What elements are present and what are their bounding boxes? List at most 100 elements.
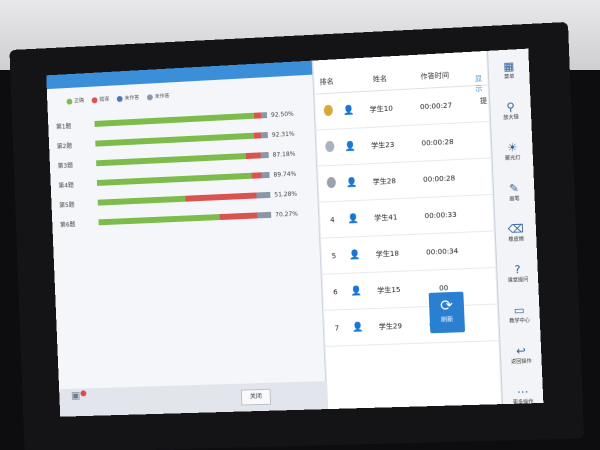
rank-number: 5: [331, 251, 337, 260]
student-name: 学生18: [375, 249, 400, 259]
legend-item-correct: 正确: [66, 97, 84, 105]
toolbar-label: 返回操作: [510, 357, 532, 365]
bar-segment-wrong: [185, 192, 257, 202]
bar-segment-other: [256, 191, 271, 199]
question-bar: [97, 191, 271, 206]
question-label: 第6题: [59, 220, 76, 229]
refresh-icon: ⟳: [439, 296, 454, 315]
medal-icon: [326, 176, 336, 189]
corner-text: 提: [479, 96, 488, 106]
close-button[interactable]: 关闭: [240, 388, 272, 406]
header-rank: 排名: [319, 77, 334, 87]
toolbar-label: 橡皮擦: [508, 235, 525, 243]
student-name: 学生41: [374, 212, 398, 222]
mini-window-button[interactable]: ▣: [65, 390, 87, 412]
question-percentage: 89.74%: [273, 170, 297, 179]
toolbar-magnifier-button[interactable]: ⚲ 放大镜: [490, 89, 532, 132]
bar-segment-other: [260, 151, 269, 159]
legend-dot: [91, 96, 98, 103]
bar-segment-other: [261, 171, 270, 179]
answer-time: 00:00:28: [421, 137, 454, 148]
toolbar-label: 菜单: [503, 73, 515, 80]
legend-item-wrong: 错误: [91, 96, 109, 104]
more-icon: ⋯: [516, 384, 529, 399]
question-icon: ?: [514, 262, 521, 276]
bar-segment-correct: [94, 112, 255, 127]
bar-segment-correct: [98, 214, 220, 226]
toolbar-spotlight-button[interactable]: ☀ 聚光灯: [492, 130, 534, 173]
bar-segment-other: [257, 211, 272, 219]
bar-segment-correct: [96, 153, 247, 167]
header-time: 作答时间: [420, 71, 450, 81]
answer-time: 00:00:34: [425, 246, 459, 257]
student-name: 学生28: [372, 176, 397, 186]
question-label: 第2题: [56, 142, 73, 150]
ranking-rows: 👤 学生10 00:00:27 👤 学生23 00:00:28 👤 学生28 00:00:28 4…: [315, 85, 499, 347]
bar-segment-wrong: [246, 152, 261, 160]
bar-segment-correct: [95, 132, 255, 147]
question-bar: [94, 112, 268, 127]
toolbar-pen-button[interactable]: ✎ 画笔: [493, 171, 535, 213]
toolbar-question-button[interactable]: ? 课堂提问: [497, 252, 539, 294]
bar-segment-wrong: [219, 212, 258, 221]
student-icon: 👤: [344, 141, 357, 152]
bar-segment-wrong: [251, 172, 263, 179]
legend-dot: [146, 93, 153, 100]
student-icon: 👤: [352, 321, 364, 333]
grid-icon: ▦: [503, 59, 515, 73]
question-label: 第3题: [57, 161, 74, 170]
question-bar: [98, 211, 272, 226]
toolbar-label: 放大镜: [503, 113, 519, 121]
student-icon: 👤: [347, 213, 360, 225]
toolbar-label: 聚光灯: [504, 154, 521, 162]
medal-icon: [324, 140, 335, 153]
back-icon: ↩: [515, 343, 526, 358]
student-name: 学生29: [378, 321, 403, 331]
ranking-row: 6 👤 学生15 00: [322, 268, 497, 311]
legend-item-other: 未作答: [146, 92, 170, 100]
medal-icon: [323, 104, 333, 117]
bar-segment-correct: [97, 195, 186, 206]
question-bar: [96, 151, 269, 167]
question-percentage: 92.31%: [271, 130, 295, 139]
rank-number: 6: [333, 287, 338, 296]
rank-number: 7: [334, 323, 340, 333]
legend-dot: [116, 95, 123, 102]
question-label: 第5题: [59, 201, 75, 209]
legend-dot: [66, 98, 73, 105]
answer-stats-panel: 正确 错误 未作答 未作答 第1题 92.50% 第2题 92.31% 第3题 87.18…: [46, 60, 327, 390]
answer-time: 00:00:28: [422, 173, 456, 184]
bar-segment-other: [260, 112, 268, 119]
question-percentage: 92.50%: [270, 110, 294, 119]
question-percentage: 87.18%: [272, 150, 296, 159]
question-bar: [96, 171, 270, 186]
student-icon: 👤: [343, 105, 355, 116]
student-icon: 👤: [346, 177, 358, 188]
question-percentage: 70.27%: [274, 210, 299, 219]
question-bar: [95, 132, 268, 147]
pen-icon: ✎: [508, 181, 520, 195]
answer-time: 00:00:27: [419, 100, 453, 111]
toolbar-back-button[interactable]: ↩ 返回操作: [500, 334, 542, 376]
question-label: 第4题: [58, 181, 74, 190]
bar-segment-other: [261, 132, 268, 139]
ranking-panel: 排名 姓名 作答时间 显示 提 👤 学生10 00:00:27 👤 学生23 00:00:…: [313, 50, 502, 410]
header-name: 姓名: [372, 74, 388, 84]
answer-time: 00:00:33: [424, 210, 457, 220]
question-percentage: 51.28%: [274, 190, 298, 199]
student-name: 学生15: [377, 285, 401, 295]
toolbar-grid-button[interactable]: ▦ 菜单: [488, 49, 530, 92]
show-link[interactable]: 显示: [475, 73, 488, 94]
monitor-icon: ▭: [513, 303, 525, 317]
toolbar-eraser-button[interactable]: ⌫ 橡皮擦: [495, 211, 537, 253]
spotlight-icon: ☀: [506, 140, 518, 155]
toolbar-monitor-button[interactable]: ▭ 教学中心: [498, 293, 540, 335]
eraser-icon: ⌫: [507, 221, 525, 236]
student-name: 学生23: [370, 140, 395, 150]
ranking-row: 7👤学生2900:00:38: [324, 304, 499, 347]
refresh-button[interactable]: ⟳ 刷新: [428, 291, 466, 334]
toolbar-label: 教学中心: [509, 317, 531, 324]
magnifier-icon: ⚲: [506, 99, 515, 114]
rank-number: 4: [329, 215, 335, 224]
student-icon: 👤: [350, 285, 363, 297]
